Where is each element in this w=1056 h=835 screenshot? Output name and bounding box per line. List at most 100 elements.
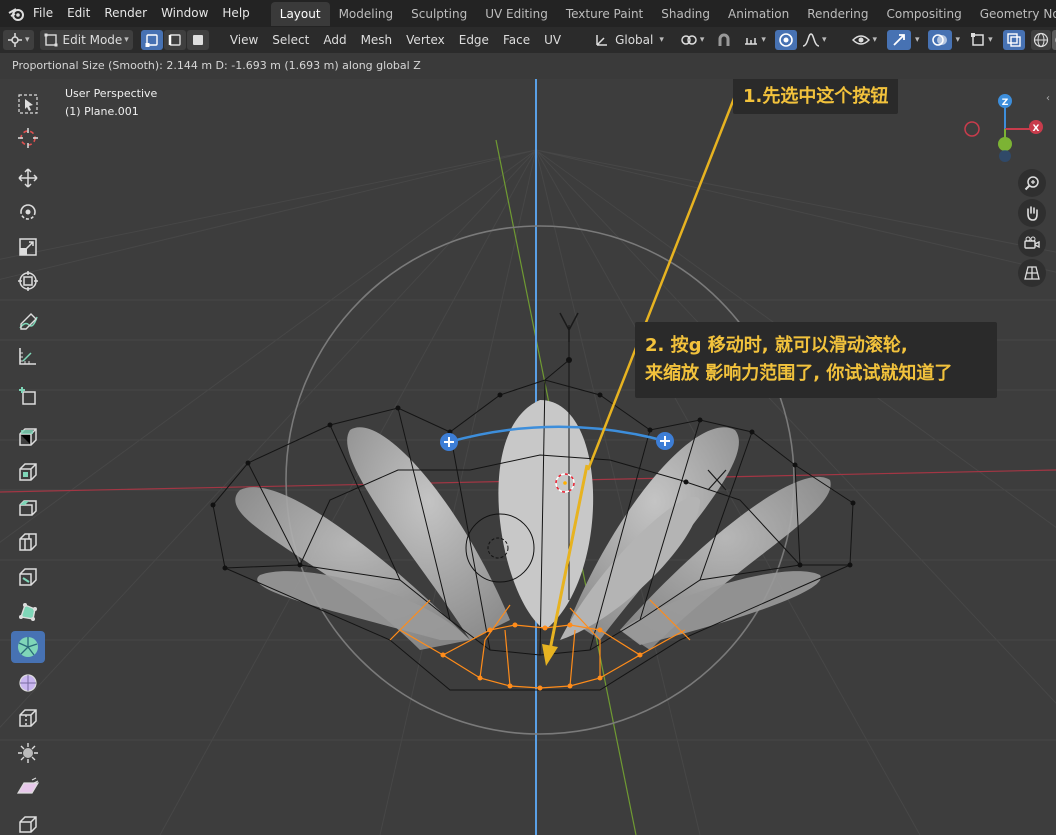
visibility-selector[interactable]: ▾ [848,30,881,50]
snap-increment-icon [745,38,758,45]
pan-button[interactable] [1018,199,1046,227]
zoom-icon [1024,176,1039,191]
snap-toggle-button[interactable] [712,30,736,50]
menu-face[interactable]: Face [496,33,537,47]
chevron-down-icon[interactable]: ▾ [956,35,961,45]
gizmo-handle-right [656,432,674,450]
shading-wireframe-button[interactable] [1030,30,1051,50]
shear-icon [16,777,40,794]
tool-loop-cut[interactable] [11,526,45,558]
editor-type-button[interactable]: ▾ [3,30,34,50]
top-menu-bar: File Edit Render Window Help Layout Mode… [0,0,1056,27]
spin-icon [18,637,38,657]
shading-solid-button[interactable] [1051,30,1056,50]
tab-layout[interactable]: Layout [270,1,330,26]
mode-label: Edit Mode [62,33,123,47]
object-name-label: (1) Plane.001 [65,105,139,118]
overlays-toggle-button[interactable] [927,30,952,50]
menu-edge[interactable]: Edge [452,33,496,47]
tool-extrude[interactable] [11,421,45,453]
tab-uv-editing[interactable]: UV Editing [476,2,557,26]
transform-orientation-selector[interactable]: Global ▾ [590,30,668,50]
chevron-down-icon: ▾ [124,35,129,45]
gizmo-x-label: X [1033,124,1040,134]
pivot-link-icon [681,35,697,45]
sidebar-collapse-icon[interactable]: ‹ [1046,93,1050,104]
proportional-editing-icon [779,33,793,47]
cursor-icon [18,128,38,148]
chevron-down-icon[interactable]: ▾ [915,35,920,45]
snap-target-selector[interactable]: ▾ [739,30,770,50]
tab-modeling[interactable]: Modeling [330,2,403,26]
tab-compositing[interactable]: Compositing [877,2,970,26]
menu-file[interactable]: File [26,0,60,27]
tool-poly-build[interactable] [11,596,45,628]
tool-smooth[interactable] [11,667,45,699]
navigation-gizmo[interactable]: Z X [955,89,1050,169]
tool-shrink-fatten[interactable] [11,737,45,769]
mode-selector[interactable]: Edit Mode ▾ [39,30,133,50]
3d-viewport[interactable]: User Perspective (1) Plane.001 Y Z X ‹ [0,79,1056,835]
inset-icon [19,463,37,481]
ortho-toggle-button[interactable] [1018,259,1046,287]
menu-render[interactable]: Render [97,0,154,27]
tool-select-box[interactable] [11,88,45,120]
tab-texture-paint[interactable]: Texture Paint [557,2,652,26]
tab-rendering[interactable]: Rendering [798,2,877,26]
menu-mesh[interactable]: Mesh [354,33,400,47]
overlays-icon [931,34,947,46]
tab-sculpting[interactable]: Sculpting [402,2,476,26]
face-select-button[interactable] [186,30,209,50]
edge-select-button[interactable] [163,30,186,50]
blender-logo-icon[interactable] [8,3,26,25]
edge-slide-icon [19,709,37,727]
magnet-icon [718,33,730,46]
menu-vertex[interactable]: Vertex [399,33,452,47]
edit-mode-icon [44,33,58,47]
tool-knife[interactable] [11,561,45,593]
zoom-button[interactable] [1018,169,1046,197]
orientation-icon [596,35,608,46]
tool-annotate[interactable] [11,306,45,338]
menu-window[interactable]: Window [154,0,215,27]
tab-geometry-nodes[interactable]: Geometry Nodes [971,2,1056,26]
tool-bevel[interactable] [11,491,45,523]
tab-shading[interactable]: Shading [652,2,719,26]
tool-rotate[interactable] [11,196,45,228]
chevron-down-icon: ▾ [761,35,766,45]
scale-icon [19,238,37,256]
falloff-selector[interactable]: ▾ [798,30,831,50]
falloff-curve-icon [802,33,820,47]
menu-select[interactable]: Select [265,33,316,47]
xray-icon [1006,33,1021,47]
xray-toggle-button[interactable] [1002,30,1025,50]
tool-scale[interactable] [11,231,45,263]
loop-cut-icon [19,533,37,551]
gizmo-toggle-button[interactable] [887,30,912,50]
menu-view[interactable]: View [223,33,265,47]
viewport-scene [0,79,1056,835]
menu-help[interactable]: Help [215,0,256,27]
axis-cursor-icon [8,33,22,47]
blender-window: File Edit Render Window Help Layout Mode… [0,0,1056,835]
proportional-editing-button[interactable] [774,30,797,50]
tool-rip-region[interactable] [11,807,45,835]
menu-edit[interactable]: Edit [60,0,97,27]
tool-measure[interactable] [11,340,45,372]
vertex-select-button[interactable] [140,30,163,50]
tool-add-cube[interactable] [11,380,45,412]
menu-add[interactable]: Add [316,33,353,47]
pivot-point-selector[interactable]: ▾ [676,30,709,50]
mesh-edit-overlays-button[interactable]: ▾ [966,30,997,50]
chevron-down-icon: ▾ [821,35,827,45]
tool-spin[interactable] [11,631,45,663]
tab-animation[interactable]: Animation [719,2,798,26]
tool-edge-slide[interactable] [11,702,45,734]
tool-inset[interactable] [11,456,45,488]
tool-cursor[interactable] [11,122,45,154]
tool-move[interactable] [11,162,45,194]
tool-transform[interactable] [11,265,45,297]
menu-uv[interactable]: UV [537,33,568,47]
camera-view-button[interactable] [1018,229,1046,257]
tool-shear[interactable] [11,772,45,804]
